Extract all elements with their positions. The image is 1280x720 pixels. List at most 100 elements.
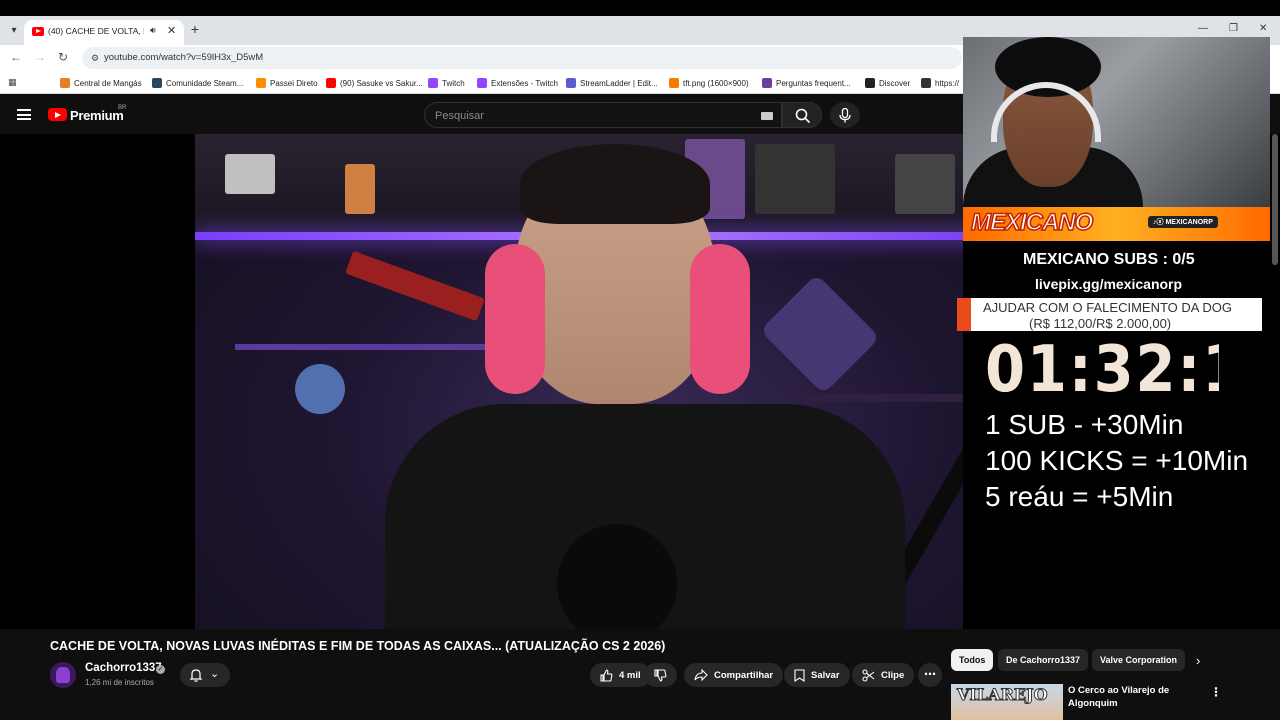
- rule-kicks: 100 KICKS = +10Min: [985, 445, 1249, 476]
- new-tab-button[interactable]: +: [186, 21, 204, 39]
- tab-title: (40) CACHE DE VOLTA, NOV: [48, 26, 144, 36]
- more-actions-icon[interactable]: ⋯: [918, 663, 942, 687]
- brand-label[interactable]: Premium: [70, 108, 124, 123]
- speaker-icon[interactable]: 🔊︎: [150, 25, 156, 36]
- tab-youtube[interactable]: (40) CACHE DE VOLTA, NOV 🔊︎ ✕: [24, 20, 184, 45]
- kebab-menu-icon[interactable]: ⋮: [1210, 685, 1222, 699]
- site-info-icon[interactable]: ⚙: [88, 51, 102, 65]
- bookmark-favicon-icon: [566, 78, 576, 88]
- search-icon: [795, 108, 811, 124]
- save-button[interactable]: Salvar: [784, 663, 850, 687]
- back-icon[interactable]: ←: [10, 50, 22, 64]
- thumbnail-text: VILAREJO: [957, 685, 1049, 705]
- stream-overlay: MEXICANO ♪ⓧ MEXICANORP MEXICANO SUBS : 0…: [957, 37, 1280, 629]
- restore-icon[interactable]: ❐: [1229, 23, 1238, 34]
- goal-amount: (R$ 112,00/R$ 2.000,00): [1029, 316, 1172, 331]
- menu-icon[interactable]: [17, 109, 31, 120]
- bookmark-item[interactable]: Twitch: [428, 76, 465, 90]
- minimize-icon[interactable]: —: [1198, 23, 1208, 34]
- recommendation-thumbnail[interactable]: VILAREJO: [951, 684, 1063, 720]
- url-text[interactable]: youtube.com/watch?v=59lH3x_D5wM: [104, 52, 263, 63]
- chip-from-channel[interactable]: De Cachorro1337: [998, 649, 1089, 671]
- youtube-logo-icon[interactable]: [48, 108, 67, 121]
- video-info: CACHE DE VOLTA, NOVAS LUVAS INÉDITAS E F…: [0, 629, 1280, 720]
- close-window-icon[interactable]: ✕: [1259, 23, 1267, 34]
- streamer-banner: MEXICANO ♪ⓧ MEXICANORP: [963, 207, 1270, 241]
- bookmark-item[interactable]: Passei Direto: [256, 76, 318, 90]
- subscriber-count: 1,26 mi de inscritos: [85, 678, 154, 687]
- bookmark-item[interactable]: Perguntas frequent...: [762, 76, 851, 90]
- bookmark-label: tft.png (1600×900): [683, 78, 749, 88]
- bookmark-item[interactable]: https://: [921, 76, 959, 90]
- chip-valve[interactable]: Valve Corporation: [1092, 649, 1186, 671]
- shelf-item: [295, 364, 345, 414]
- donation-goal: AJUDAR COM O FALECIMENTO DA DOG (R$ 112,…: [957, 298, 1262, 331]
- bookmark-label: Extensões - Twitch: [491, 78, 558, 88]
- video-frame[interactable]: [195, 134, 1075, 629]
- share-label: Compartilhar: [714, 669, 774, 681]
- forward-icon[interactable]: →: [34, 50, 46, 64]
- keyboard-icon[interactable]: [761, 112, 773, 120]
- bookmark-label: Passei Direto: [270, 78, 318, 88]
- bookmark-item[interactable]: tft.png (1600×900): [669, 76, 749, 90]
- bookmark-item[interactable]: StreamLadder | Edit...: [566, 76, 658, 90]
- save-label: Salvar: [811, 669, 840, 681]
- shelf-item: [225, 154, 275, 194]
- bookmark-item[interactable]: Extensões - Twitch: [477, 76, 558, 90]
- clip-button[interactable]: Clipe: [852, 663, 915, 687]
- bookmark-favicon-icon: [152, 78, 162, 88]
- social-handle: ♪ⓧ MEXICANORP: [1148, 216, 1218, 228]
- country-code: BR: [118, 105, 127, 111]
- like-button[interactable]: 4 mil: [590, 663, 651, 687]
- shelf-item: [755, 144, 835, 214]
- apps-grid-icon[interactable]: ▦: [8, 77, 18, 87]
- search-button[interactable]: [782, 102, 822, 128]
- bookmark-favicon-icon: [921, 78, 931, 88]
- chip-all[interactable]: Todos: [951, 649, 994, 671]
- dislike-button[interactable]: [644, 663, 677, 687]
- bell-icon: [189, 669, 203, 682]
- bookmark-favicon-icon: [326, 78, 336, 88]
- share-button[interactable]: Compartilhar: [684, 663, 784, 687]
- webcam-feed: [963, 37, 1270, 207]
- like-count: 4 mil: [619, 669, 641, 681]
- bookmark-item[interactable]: Discover: [865, 76, 910, 90]
- scissors-icon: [862, 668, 875, 682]
- channel-name[interactable]: Cachorro1337: [85, 662, 162, 674]
- bookmark-label: (90) Sasuke vs Sakur...: [340, 78, 423, 88]
- voice-search-button[interactable]: [830, 102, 860, 128]
- search-input[interactable]: Pesquisar: [424, 102, 782, 128]
- bookmark-label: Twitch: [442, 78, 465, 88]
- recommendation-title[interactable]: O Cerco ao Vilarejo de Algonquim: [1068, 684, 1193, 710]
- clip-label: Clipe: [881, 669, 905, 681]
- bookmark-item[interactable]: Central de Mangás: [60, 76, 142, 90]
- channel-avatar[interactable]: [50, 662, 76, 688]
- verified-icon: ✓: [156, 665, 165, 674]
- bookmark-label: Comunidade Steam...: [166, 78, 244, 88]
- goal-title: AJUDAR COM O FALECIMENTO DA DOG: [983, 300, 1232, 315]
- shelf-item: [345, 250, 485, 322]
- chevron-down-icon: ⌄: [210, 668, 220, 680]
- bookmark-favicon-icon: [477, 78, 487, 88]
- livepix-link: livepix.gg/mexicanorp: [1035, 276, 1183, 292]
- subs-counter: MEXICANO SUBS : 0/5: [1023, 251, 1195, 268]
- subscription-bell-button[interactable]: ⌄: [180, 663, 230, 687]
- bookmark-item[interactable]: (90) Sasuke vs Sakur...: [326, 76, 423, 90]
- page-scrollbar[interactable]: [1272, 134, 1278, 265]
- close-tab-icon[interactable]: ✕: [167, 24, 176, 37]
- reload-icon[interactable]: ↻: [58, 50, 68, 64]
- address-bar[interactable]: ⚙ youtube.com/watch?v=59lH3x_D5wM: [82, 47, 962, 69]
- youtube-favicon-icon: [32, 27, 44, 36]
- streamer-name: MEXICANO: [970, 208, 1094, 237]
- subathon-timer: 01:32:18: [985, 333, 1219, 407]
- tab-search-icon[interactable]: ▾: [6, 23, 22, 39]
- bookmark-item[interactable]: Comunidade Steam...: [152, 76, 243, 90]
- search-placeholder: Pesquisar: [435, 110, 484, 122]
- rule-reau: 5 reáu = +5Min: [985, 481, 1174, 512]
- shelf-item: [345, 164, 375, 214]
- person-hair: [520, 144, 710, 224]
- bookmark-favicon-icon: [428, 78, 438, 88]
- video-title: CACHE DE VOLTA, NOVAS LUVAS INÉDITAS E F…: [50, 639, 666, 653]
- chevron-right-icon[interactable]: ›: [1196, 653, 1200, 668]
- bookmark-favicon-icon: [762, 78, 772, 88]
